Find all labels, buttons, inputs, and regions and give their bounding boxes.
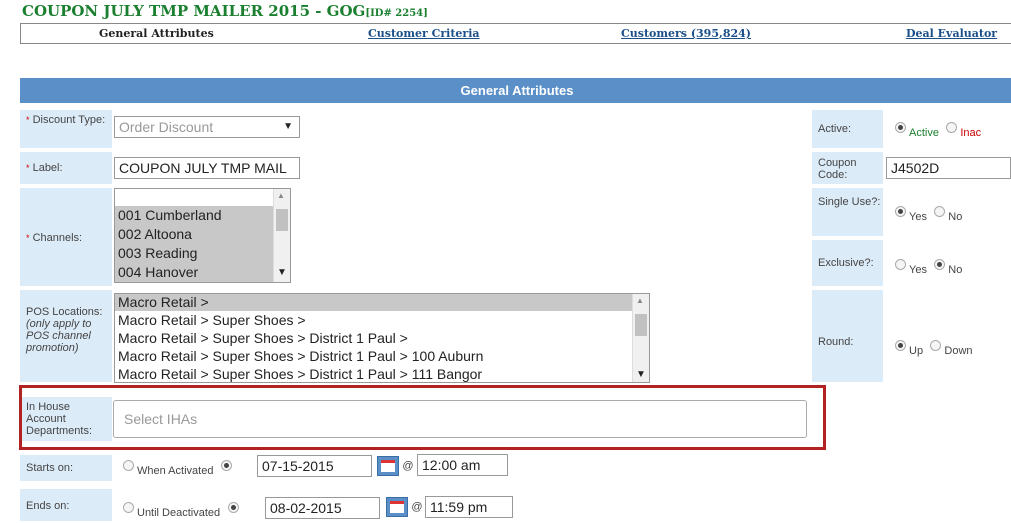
until-deactivated-radio[interactable]: [123, 502, 134, 514]
inactive-radio[interactable]: [946, 122, 958, 134]
page-title-text: COUPON JULY TMP MAILER 2015 - GOG: [22, 2, 366, 20]
when-activated-radio[interactable]: [123, 460, 134, 472]
scroll-up-icon[interactable]: ▲: [636, 296, 644, 305]
starts-on-group: When Activated: [123, 458, 232, 477]
scroll-up-icon[interactable]: ▲: [277, 191, 285, 200]
round-label: Round:: [812, 290, 883, 382]
pos-locations-label: POS Locations: (only apply to POS channe…: [20, 290, 112, 382]
list-item[interactable]: Macro Retail >: [115, 294, 649, 311]
list-item[interactable]: Macro Retail > Super Shoes > District 1 …: [115, 347, 649, 365]
ends-on-group: Until Deactivated: [123, 500, 239, 519]
exclusive-yes-radio[interactable]: [895, 259, 906, 271]
active-radio[interactable]: [895, 122, 906, 134]
record-id: [ID# 2254]: [365, 8, 428, 19]
list-item[interactable]: 001 Cumberland: [115, 206, 290, 225]
tab-customer-criteria[interactable]: Customer Criteria: [368, 27, 480, 40]
starts-on-label: Starts on:: [20, 455, 112, 481]
chevron-down-icon: ▼: [283, 121, 293, 132]
list-item[interactable]: 002 Altoona: [115, 225, 290, 244]
end-date-input[interactable]: 08-02-2015: [265, 497, 380, 519]
label-field-label: * Label:: [20, 152, 112, 184]
scrollbar-thumb[interactable]: [635, 314, 647, 336]
coupon-code-label: Coupon Code:: [812, 152, 883, 184]
highlight-box: [19, 385, 826, 450]
pos-scrollbar[interactable]: ▲ ▼: [632, 294, 649, 382]
ends-on-label: Ends on:: [20, 489, 112, 521]
channels-label: * Channels:: [20, 188, 112, 286]
tab-customers[interactable]: Customers (395,824): [621, 27, 751, 40]
tab-deal-evaluator[interactable]: Deal Evaluator: [906, 27, 997, 40]
single-use-group: Yes No: [895, 204, 966, 223]
round-group: Up Down: [895, 338, 977, 357]
exclusive-group: Yes No: [895, 257, 966, 276]
start-date-input[interactable]: 07-15-2015: [257, 455, 372, 477]
tab-bar: General Attributes Customer Criteria Cus…: [20, 23, 1011, 44]
scrollbar-thumb[interactable]: [276, 209, 288, 231]
scroll-down-icon[interactable]: ▼: [277, 267, 287, 278]
label-input[interactable]: COUPON JULY TMP MAIL: [114, 157, 300, 179]
list-item[interactable]: 004 Hanover: [115, 263, 290, 282]
page-title: COUPON JULY TMP MAILER 2015 - GOG[ID# 22…: [22, 2, 428, 20]
tab-general-attributes[interactable]: General Attributes: [99, 27, 214, 40]
exclusive-label: Exclusive?:: [812, 240, 883, 286]
end-time-group: @: [386, 497, 423, 517]
exclusive-no-radio[interactable]: [934, 259, 946, 271]
round-down-radio[interactable]: [930, 340, 942, 352]
calendar-icon[interactable]: [386, 497, 408, 517]
list-item[interactable]: Macro Retail > Super Shoes >: [115, 311, 649, 329]
pos-locations-listbox[interactable]: Macro Retail > Macro Retail > Super Shoe…: [114, 293, 650, 383]
active-label: Active:: [812, 110, 883, 148]
channels-listbox[interactable]: 001 Cumberland 002 Altoona 003 Reading 0…: [114, 188, 291, 283]
single-use-label: Single Use?:: [812, 188, 883, 236]
discount-type-select[interactable]: Order Discount ▼: [114, 116, 300, 138]
list-item[interactable]: 003 Reading: [115, 244, 290, 263]
list-item[interactable]: Macro Retail > Super Shoes > District 1 …: [115, 365, 649, 382]
channels-scrollbar[interactable]: ▲ ▼: [273, 189, 290, 282]
scroll-down-icon[interactable]: ▼: [636, 369, 646, 380]
ends-on-date-radio[interactable]: [227, 502, 239, 514]
calendar-icon[interactable]: [377, 456, 399, 476]
end-time-input[interactable]: 11:59 pm: [425, 496, 513, 518]
single-use-no-radio[interactable]: [934, 206, 946, 218]
start-time-input[interactable]: 12:00 am: [417, 454, 508, 476]
starts-on-date-radio[interactable]: [220, 460, 232, 472]
discount-type-label: * Discount Type:: [20, 110, 112, 148]
list-item[interactable]: Macro Retail > Super Shoes > District 1 …: [115, 329, 649, 347]
coupon-code-input[interactable]: J4502D: [886, 157, 1011, 179]
round-up-radio[interactable]: [895, 340, 906, 352]
single-use-yes-radio[interactable]: [895, 206, 906, 218]
start-time-group: @: [377, 456, 414, 476]
active-group: Active Inac: [895, 120, 985, 139]
panel-header: General Attributes: [20, 78, 1011, 103]
